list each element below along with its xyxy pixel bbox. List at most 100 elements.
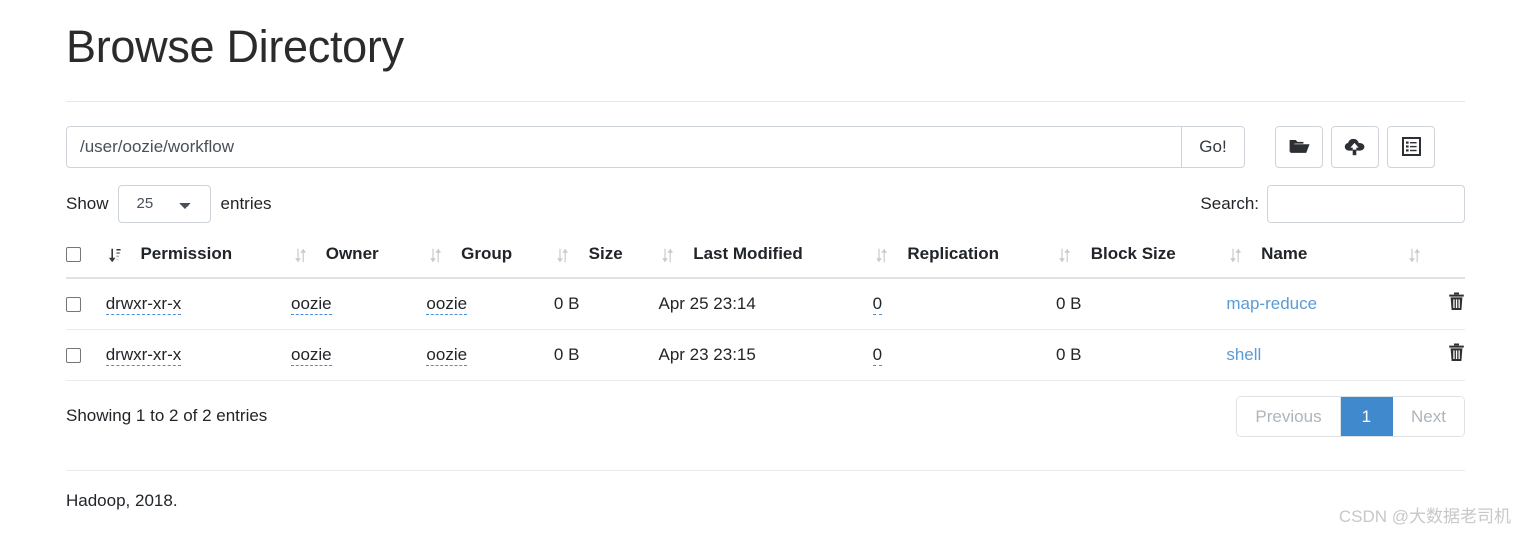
select-all-checkbox[interactable]	[66, 246, 81, 262]
column-label-group: Group	[461, 243, 513, 263]
column-label-size: Size	[588, 243, 623, 263]
search-label: Search:	[1200, 193, 1259, 213]
sort-both-icon	[1405, 245, 1423, 265]
column-header-name[interactable]: Name	[1226, 235, 1406, 279]
sort-both-icon	[1056, 245, 1074, 265]
pagination: Previous 1 Next	[1236, 395, 1465, 437]
watermark: CSDN @大数据老司机	[1338, 507, 1511, 526]
column-header-owner[interactable]: Owner	[291, 235, 427, 279]
page-length-select[interactable]: 25	[117, 184, 211, 223]
trash-icon	[1448, 292, 1465, 314]
cell-block-size: 0 B	[1055, 329, 1227, 381]
page-title: Browse Directory	[66, 21, 404, 72]
owner-value[interactable]: oozie	[291, 293, 332, 315]
upload-button[interactable]	[1331, 125, 1379, 168]
cell-replication: 0	[872, 277, 1056, 330]
cell-size: 0 B	[553, 329, 659, 381]
replication-value[interactable]: 0	[872, 344, 883, 366]
table-controls: Show 25 entries Search:	[66, 184, 1465, 223]
toolbar-icon-buttons	[1275, 125, 1435, 168]
cell-name: shell	[1226, 329, 1406, 381]
sort-both-icon	[291, 245, 309, 265]
group-value[interactable]: oozie	[426, 293, 468, 315]
cell-size: 0 B	[553, 277, 659, 330]
column-header-size[interactable]: Size	[553, 235, 659, 279]
folder-open-icon	[1289, 138, 1310, 155]
delete-row-button[interactable]	[1448, 292, 1465, 311]
go-button[interactable]: Go!	[1181, 125, 1245, 168]
entries-info: Showing 1 to 2 of 2 entries	[66, 406, 268, 425]
column-header-actions[interactable]	[1405, 235, 1465, 279]
column-header-select-all[interactable]	[66, 235, 106, 279]
column-label-replication: Replication	[907, 243, 999, 263]
sort-both-icon	[426, 245, 444, 265]
table-length-control: Show 25 entries	[66, 184, 272, 223]
pagination-next[interactable]: Next	[1393, 396, 1464, 436]
cell-group: oozie	[426, 329, 554, 381]
row-checkbox[interactable]	[66, 296, 81, 312]
sort-both-icon	[658, 245, 676, 265]
cell-permission: drwxr-xr-x	[105, 329, 291, 381]
row-select-cell[interactable]	[66, 329, 106, 381]
cell-actions	[1405, 277, 1465, 330]
table-search-control: Search:	[1200, 184, 1465, 223]
column-header-replication[interactable]: Replication	[872, 235, 1056, 279]
page-container: Browse Directory Go!	[66, 0, 1465, 511]
row-select-cell[interactable]	[66, 277, 106, 330]
file-name-link[interactable]: shell	[1226, 345, 1261, 364]
owner-value[interactable]: oozie	[291, 344, 332, 366]
group-value[interactable]: oozie	[426, 344, 468, 366]
column-label-permission: Permission	[140, 243, 233, 263]
table-footer: Showing 1 to 2 of 2 entries Previous 1 N…	[66, 395, 1465, 437]
column-label-block-size: Block Size	[1090, 243, 1176, 263]
file-name-link[interactable]: map-reduce	[1226, 294, 1317, 313]
sort-descending-icon	[106, 245, 124, 265]
row-checkbox[interactable]	[66, 347, 81, 363]
delete-row-button[interactable]	[1448, 343, 1465, 362]
pagination-page-1[interactable]: 1	[1340, 396, 1394, 436]
cell-last-modified: Apr 25 23:14	[658, 277, 873, 330]
column-label-owner: Owner	[325, 243, 379, 263]
cut-paste-button[interactable]	[1387, 125, 1435, 168]
replication-value[interactable]: 0	[872, 293, 883, 315]
list-clipboard-icon	[1401, 137, 1421, 156]
show-label: Show	[66, 193, 109, 213]
trash-icon	[1448, 343, 1465, 365]
entries-label: entries	[220, 193, 272, 213]
cell-permission: drwxr-xr-x	[105, 277, 291, 330]
column-header-block-size[interactable]: Block Size	[1055, 235, 1227, 279]
table-head: Permission Owner Group Size Last Modifie…	[66, 235, 1465, 279]
cell-actions	[1405, 329, 1465, 381]
title-divider	[66, 100, 1465, 102]
cell-block-size: 0 B	[1055, 277, 1227, 330]
column-header-group[interactable]: Group	[426, 235, 554, 279]
directory-table: Permission Owner Group Size Last Modifie…	[66, 235, 1465, 381]
path-toolbar: Go!	[66, 125, 1465, 168]
table-row: drwxr-xr-x oozie oozie 0 B Apr 23 23:15 …	[66, 329, 1465, 381]
cloud-upload-icon	[1344, 138, 1366, 156]
table-header-row: Permission Owner Group Size Last Modifie…	[66, 235, 1465, 279]
new-directory-button[interactable]	[1275, 125, 1323, 168]
permission-value[interactable]: drwxr-xr-x	[105, 293, 182, 315]
column-label-name: Name	[1261, 243, 1308, 263]
search-input[interactable]	[1267, 184, 1465, 223]
column-header-permission[interactable]: Permission	[105, 235, 291, 279]
app-footer: Hadoop, 2018.	[66, 490, 178, 510]
cell-last-modified: Apr 23 23:15	[658, 329, 873, 381]
table-row: drwxr-xr-x oozie oozie 0 B Apr 25 23:14 …	[66, 277, 1465, 330]
cell-owner: oozie	[291, 329, 427, 381]
sort-both-icon	[554, 245, 572, 265]
cell-replication: 0	[872, 329, 1056, 381]
cell-group: oozie	[426, 277, 554, 330]
column-label-last-modified: Last Modified	[693, 243, 803, 263]
permission-value[interactable]: drwxr-xr-x	[105, 344, 182, 366]
path-input-group: Go!	[66, 125, 1245, 168]
sort-both-icon	[1226, 245, 1244, 265]
cell-owner: oozie	[291, 277, 427, 330]
column-header-last-modified[interactable]: Last Modified	[658, 235, 873, 279]
path-input[interactable]	[66, 125, 1181, 168]
cell-name: map-reduce	[1226, 277, 1406, 330]
sort-both-icon	[873, 245, 891, 265]
table-body: drwxr-xr-x oozie oozie 0 B Apr 25 23:14 …	[66, 277, 1465, 381]
pagination-previous[interactable]: Previous	[1237, 396, 1341, 436]
